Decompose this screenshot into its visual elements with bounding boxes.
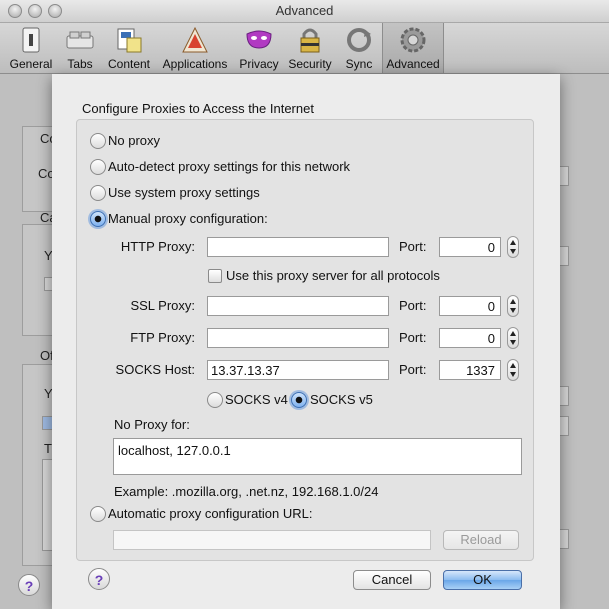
- help-button[interactable]: ?: [88, 568, 110, 590]
- reload-button[interactable]: Reload: [443, 530, 519, 550]
- preferences-toolbar: General Tabs Content Applications Privac…: [0, 23, 609, 74]
- socks-port-label: Port:: [399, 362, 427, 377]
- ftp-port-label: Port:: [399, 330, 427, 345]
- ssl-proxy-input[interactable]: [207, 296, 389, 316]
- ssl-proxy-label: SSL Proxy:: [130, 298, 195, 313]
- no-proxy-for-label: No Proxy for:: [114, 417, 190, 432]
- ftp-proxy-label: FTP Proxy:: [130, 330, 195, 345]
- no-proxy-label: No proxy: [108, 133, 161, 148]
- http-port-input[interactable]: 0: [439, 237, 501, 257]
- tabs-icon: [66, 26, 94, 54]
- switch-icon: [17, 26, 45, 54]
- socks-v5-radio[interactable]: [291, 392, 307, 408]
- manual-proxy-radio[interactable]: [90, 211, 106, 227]
- no-proxy-example: Example: .mozilla.org, .net.nz, 192.168.…: [114, 484, 379, 499]
- socks-v4-label: SOCKS v4: [225, 392, 288, 407]
- ftp-port-input[interactable]: 0: [439, 328, 501, 348]
- toolbar-item-privacy[interactable]: Privacy: [236, 23, 282, 73]
- no-proxy-for-textarea[interactable]: localhost, 127.0.0.1: [113, 438, 522, 475]
- http-proxy-input[interactable]: [207, 237, 389, 257]
- ftp-port-stepper[interactable]: [507, 327, 519, 349]
- http-port-label: Port:: [399, 239, 427, 254]
- socks-host-label: SOCKS Host:: [115, 362, 195, 377]
- dialog-title: Configure Proxies to Access the Internet: [82, 101, 314, 116]
- toolbar-item-applications[interactable]: Applications: [158, 23, 232, 73]
- applications-icon: [181, 26, 209, 54]
- ssl-port-stepper[interactable]: [507, 295, 519, 317]
- toolbar-item-security[interactable]: Security: [286, 23, 334, 73]
- toolbar-item-general[interactable]: General: [5, 23, 57, 73]
- use-for-all-checkbox[interactable]: [208, 269, 222, 283]
- socks-host-input[interactable]: 13.37.13.37: [207, 360, 389, 380]
- ftp-proxy-input[interactable]: [207, 328, 389, 348]
- toolbar-item-tabs[interactable]: Tabs: [60, 23, 100, 73]
- manual-proxy-label: Manual proxy configuration:: [108, 211, 268, 226]
- http-proxy-label: HTTP Proxy:: [120, 239, 195, 254]
- auto-config-url-radio[interactable]: [90, 506, 106, 522]
- socks-port-input[interactable]: 1337: [439, 360, 501, 380]
- http-port-stepper[interactable]: [507, 236, 519, 258]
- system-proxy-radio[interactable]: [90, 185, 106, 201]
- sync-icon: [345, 26, 373, 54]
- no-proxy-radio[interactable]: [90, 133, 106, 149]
- gear-icon: [399, 26, 427, 54]
- cancel-button[interactable]: Cancel: [353, 570, 431, 590]
- title-bar: Advanced: [0, 0, 609, 23]
- window-title: Advanced: [275, 3, 334, 18]
- toolbar-item-content[interactable]: Content: [104, 23, 154, 73]
- background-help-button: ?: [18, 574, 40, 596]
- auto-detect-label: Auto-detect proxy settings for this netw…: [108, 159, 351, 174]
- auto-config-url-label: Automatic proxy configuration URL:: [108, 506, 313, 521]
- proxy-options-group: No proxy Auto-detect proxy settings for …: [76, 119, 534, 561]
- content-icon: [115, 26, 143, 54]
- socks-port-stepper[interactable]: [507, 359, 519, 381]
- ok-button[interactable]: OK: [443, 570, 522, 590]
- lock-icon: [296, 26, 324, 54]
- mask-icon: [245, 26, 273, 54]
- socks-v5-label: SOCKS v5: [310, 392, 373, 407]
- auto-detect-radio[interactable]: [90, 159, 106, 175]
- system-proxy-label: Use system proxy settings: [108, 185, 260, 200]
- toolbar-item-sync[interactable]: Sync: [338, 23, 380, 73]
- use-for-all-label: Use this proxy server for all protocols: [226, 268, 440, 283]
- socks-v4-radio[interactable]: [207, 392, 223, 408]
- ssl-port-input[interactable]: 0: [439, 296, 501, 316]
- ssl-port-label: Port:: [399, 298, 427, 313]
- background-label: T: [44, 441, 52, 456]
- toolbar-item-advanced[interactable]: Advanced: [382, 23, 444, 73]
- connection-settings-sheet: Configure Proxies to Access the Internet…: [52, 74, 560, 609]
- auto-config-url-input[interactable]: [113, 530, 431, 550]
